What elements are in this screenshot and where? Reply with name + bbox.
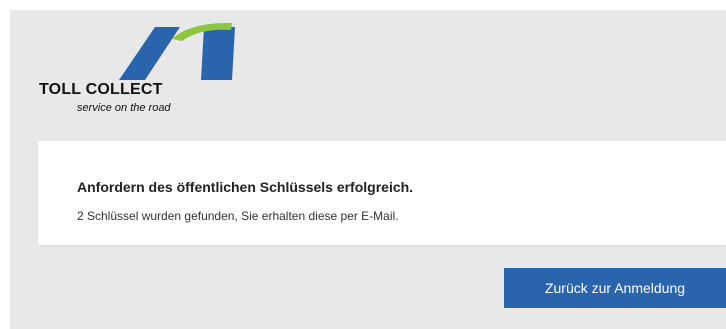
toll-collect-logo: TOLL COLLECT service on the road	[10, 10, 250, 120]
message-title: Anfordern des öffentlichen Schlüssels er…	[77, 179, 414, 195]
logo-tagline: service on the road	[77, 102, 171, 114]
message-text: 2 Schlüssel wurden gefunden, Sie erhalte…	[77, 209, 399, 223]
page-background: TOLL COLLECT service on the road Anforde…	[10, 10, 726, 329]
success-message-card: Anfordern des öffentlichen Schlüssels er…	[38, 141, 726, 245]
logo-brand-name: TOLL COLLECT	[39, 81, 163, 98]
back-to-login-button[interactable]: Zurück zur Anmeldung	[504, 268, 726, 308]
